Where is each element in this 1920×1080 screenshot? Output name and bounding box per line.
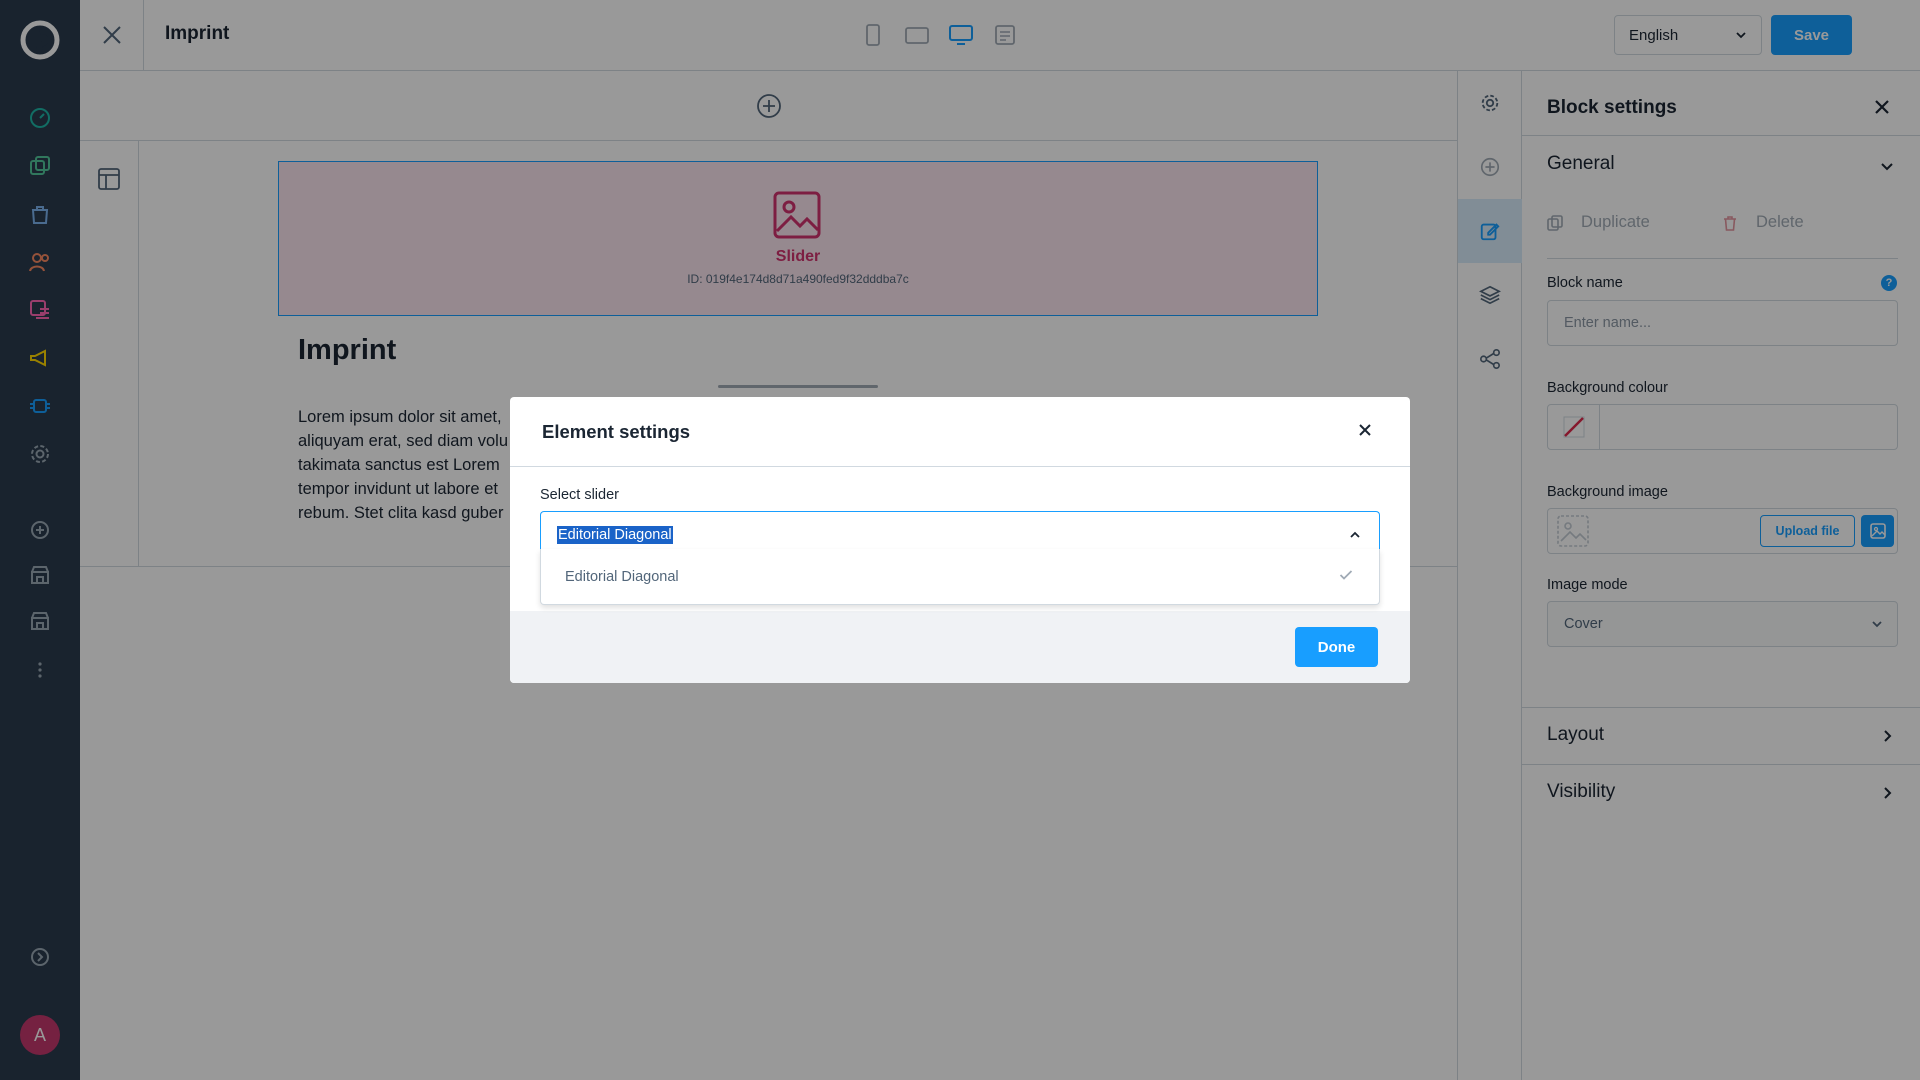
modal-title: Element settings bbox=[542, 421, 691, 442]
checkmark-icon bbox=[1339, 570, 1353, 580]
dropdown-option[interactable]: Editorial Diagonal bbox=[565, 569, 679, 585]
selected-value[interactable]: Editorial Diagonal bbox=[557, 526, 673, 544]
slider-dropdown: Editorial Diagonal bbox=[540, 549, 1380, 605]
modal-header: Element settings bbox=[510, 397, 1410, 467]
element-settings-modal: Element settings Select slider Editorial… bbox=[510, 397, 1410, 683]
select-slider-label: Select slider bbox=[540, 487, 619, 503]
chevron-up-icon[interactable] bbox=[1349, 530, 1361, 540]
done-button[interactable]: Done bbox=[1295, 627, 1378, 667]
close-icon[interactable] bbox=[1358, 423, 1372, 437]
modal-footer bbox=[510, 611, 1410, 683]
